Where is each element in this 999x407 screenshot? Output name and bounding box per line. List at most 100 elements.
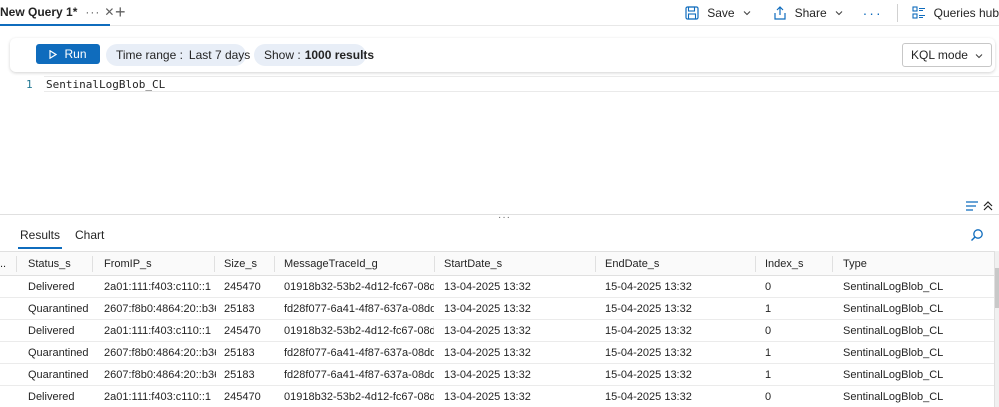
show-label: Show : <box>264 48 301 62</box>
save-icon <box>685 6 699 20</box>
column-divider[interactable] <box>274 256 275 272</box>
pane-splitter[interactable]: ··· <box>0 212 999 223</box>
cell-index: 0 <box>765 390 772 403</box>
cell-status: Delivered <box>28 390 75 403</box>
word-wrap-icon[interactable] <box>965 200 979 212</box>
cell-start-date: 13-04-2025 13:32 <box>444 346 531 359</box>
table-row[interactable]: Delivered 2a01:111:f403:c110::1 245470 0… <box>0 386 999 407</box>
table-header: .. Status_s FromIP_s Size_s MessageTrace… <box>0 251 999 276</box>
tab-chart[interactable]: Chart <box>75 228 104 242</box>
cell-from-ip: 2607:f8b0:4864:20::b36 <box>104 368 216 381</box>
cell-start-date: 13-04-2025 13:32 <box>444 368 531 381</box>
cell-message-trace-id: fd28f077-6a41-4f87-637a-08dd... <box>284 302 434 315</box>
cell-message-trace-id: 01918b32-53b2-4d12-fc67-08d... <box>284 390 434 403</box>
column-divider[interactable] <box>16 256 17 272</box>
cell-size: 245470 <box>224 390 261 403</box>
cell-end-date: 15-04-2025 13:32 <box>605 302 692 315</box>
column-header[interactable]: Size_s <box>224 252 276 275</box>
toolbar-divider <box>896 4 898 22</box>
queries-hub-icon <box>912 6 925 19</box>
table-row[interactable]: Delivered 2a01:111:f403:c110::1 245470 0… <box>0 276 999 298</box>
cell-size: 25183 <box>224 368 255 381</box>
column-divider[interactable] <box>755 256 756 272</box>
table-row[interactable]: Quarantined 2607:f8b0:4864:20::b36 25183… <box>0 342 999 364</box>
cell-status: Quarantined <box>28 368 89 381</box>
toolbar-right: Save Share ··· Queries hub <box>685 0 999 26</box>
results-table: .. Status_s FromIP_s Size_s MessageTrace… <box>0 251 999 407</box>
scrollbar-thumb[interactable] <box>995 268 999 308</box>
row-marker: .. <box>0 257 7 270</box>
cell-from-ip: 2607:f8b0:4864:20::b36 <box>104 346 216 359</box>
save-button[interactable]: Save <box>685 6 750 20</box>
queries-hub-button[interactable]: Queries hub <box>912 6 999 20</box>
column-header[interactable]: StartDate_s <box>444 252 594 275</box>
share-button[interactable]: Share <box>773 6 843 20</box>
mode-select[interactable]: KQL mode <box>902 43 992 67</box>
cell-start-date: 13-04-2025 13:32 <box>444 280 531 293</box>
cell-type: SentinalLogBlob_CL <box>843 324 944 337</box>
table-row[interactable]: Quarantined 2607:f8b0:4864:20::b36 25183… <box>0 298 999 320</box>
share-icon <box>773 6 786 20</box>
column-divider[interactable] <box>434 256 435 272</box>
cell-size: 245470 <box>224 280 261 293</box>
tab-results[interactable]: Results <box>17 228 63 249</box>
cell-index: 1 <box>765 368 772 381</box>
column-divider[interactable] <box>214 256 215 272</box>
more-options-icon[interactable]: ··· <box>863 5 883 21</box>
table-row[interactable]: Delivered 2a01:111:f403:c110::1 245470 0… <box>0 320 999 342</box>
chevron-down-icon <box>975 54 983 59</box>
tab-new-query-1[interactable]: New Query 1* ··· ✕ <box>0 0 114 26</box>
collapse-up-icon[interactable] <box>982 200 994 212</box>
cell-type: SentinalLogBlob_CL <box>843 368 944 381</box>
search-icon[interactable] <box>970 228 984 242</box>
cell-type: SentinalLogBlob_CL <box>843 280 944 293</box>
queries-hub-label: Queries hub <box>933 6 999 20</box>
cell-from-ip: 2a01:111:f403:c110::1 <box>104 280 212 293</box>
column-divider[interactable] <box>832 256 833 272</box>
save-label: Save <box>707 6 735 20</box>
cell-start-date: 13-04-2025 13:32 <box>444 324 531 337</box>
mode-value: KQL mode <box>911 48 968 62</box>
time-range-picker[interactable]: Time range : Last 7 days <box>106 44 250 66</box>
cell-end-date: 15-04-2025 13:32 <box>605 390 692 403</box>
table-row[interactable]: Quarantined 2607:f8b0:4864:20::b36 25183… <box>0 364 999 386</box>
cell-status: Quarantined <box>28 346 89 359</box>
time-range-label: Time range : <box>116 48 183 62</box>
cell-message-trace-id: 01918b32-53b2-4d12-fc67-08d... <box>284 324 434 337</box>
result-limit-picker[interactable]: Show : 1000 results <box>254 44 374 66</box>
query-toolbar: Run Time range : Last 7 days Show : 1000… <box>10 38 995 72</box>
tab-more-icon[interactable]: ··· <box>85 5 100 19</box>
cell-from-ip: 2a01:111:f403:c110::1 <box>104 390 212 403</box>
cell-end-date: 15-04-2025 13:32 <box>605 324 692 337</box>
column-divider[interactable] <box>595 256 596 272</box>
cell-index: 1 <box>765 346 772 359</box>
cell-index: 0 <box>765 280 772 293</box>
run-button[interactable]: Run <box>36 44 100 64</box>
cell-size: 25183 <box>224 302 255 315</box>
tab-close-icon[interactable]: ✕ <box>104 5 114 19</box>
add-tab-icon[interactable]: + <box>115 3 126 21</box>
code-line[interactable]: SentinalLogBlob_CL <box>44 76 999 92</box>
run-label: Run <box>64 47 87 61</box>
cell-status: Delivered <box>28 280 75 293</box>
show-value: 1000 results <box>304 48 375 62</box>
cell-start-date: 13-04-2025 13:32 <box>444 390 531 403</box>
column-header[interactable]: MessageTraceId_g <box>284 252 434 275</box>
cell-size: 25183 <box>224 346 255 359</box>
column-divider[interactable] <box>92 256 93 272</box>
column-header[interactable]: FromIP_s <box>104 252 216 275</box>
tab-title: New Query 1* <box>0 5 78 19</box>
column-header[interactable]: Index_s <box>765 252 825 275</box>
cell-index: 1 <box>765 302 772 315</box>
time-range-value: Last 7 days <box>188 48 251 62</box>
column-header[interactable]: Type <box>843 252 983 275</box>
query-tab-bar: New Query 1* ··· ✕ + Save Share ··· Quer… <box>0 0 999 26</box>
chevron-down-icon <box>835 11 843 16</box>
query-text: SentinalLogBlob_CL <box>46 78 166 91</box>
cell-index: 0 <box>765 324 772 337</box>
query-editor[interactable]: 1 SentinalLogBlob_CL <box>0 72 999 212</box>
column-header[interactable]: Status_s <box>28 252 90 275</box>
cell-size: 245470 <box>224 324 261 337</box>
column-header[interactable]: EndDate_s <box>605 252 755 275</box>
cell-message-trace-id: fd28f077-6a41-4f87-637a-08dd... <box>284 346 434 359</box>
